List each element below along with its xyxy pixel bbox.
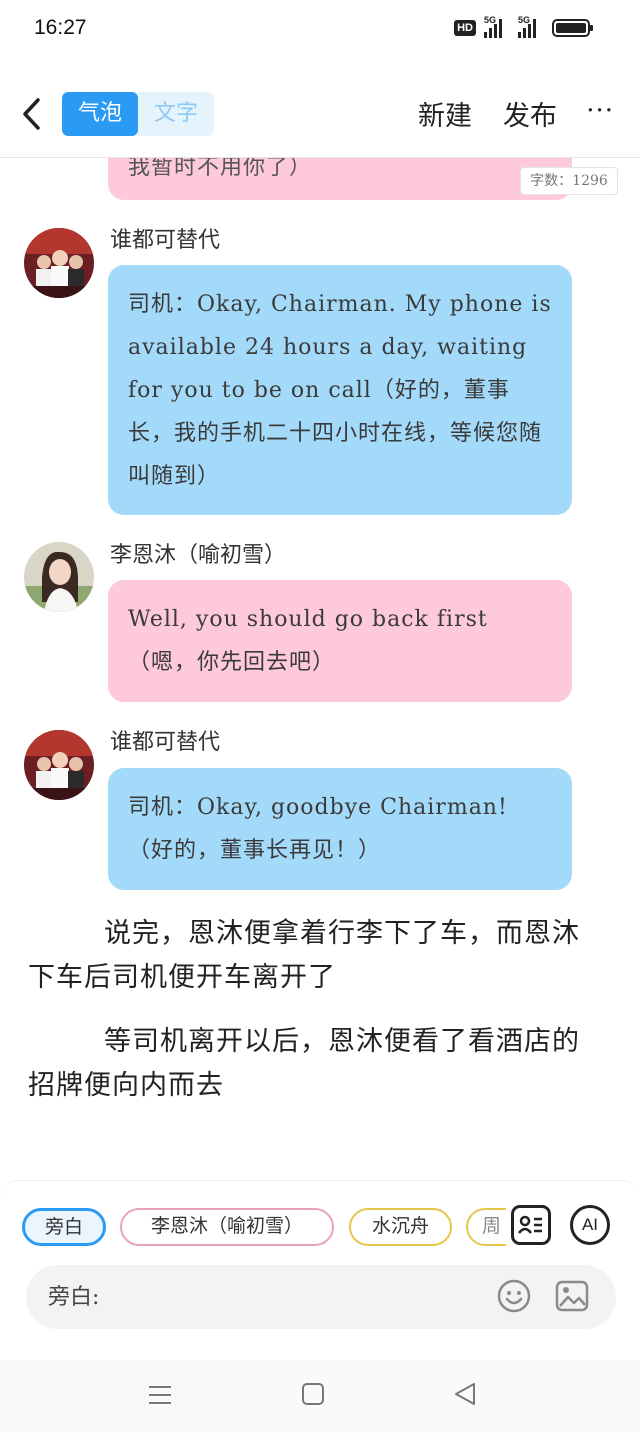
emoji-icon[interactable]: [496, 1278, 532, 1314]
message-text: 司机：Okay, Chairman. My phone is available…: [128, 292, 552, 489]
avatar-speaker-1[interactable]: [24, 228, 94, 298]
narration-paragraph[interactable]: 等司机离开以后，恩沐便看了看酒店的招牌便向内而去: [28, 1020, 598, 1108]
system-nav-bar: [0, 1360, 640, 1433]
composer-panel: 旁白 李恩沐（喻初雪） 水沉舟 周 AI 旁白:: [0, 1180, 640, 1360]
narration-paragraph[interactable]: 说完，恩沐便拿着行李下了车，而恩沐下车后司机便开车离开了: [28, 912, 598, 1000]
more-icon[interactable]: ···: [586, 96, 614, 126]
message-bubble[interactable]: 司机：Okay, goodbye Chairman!（好的，董事长再见！）: [108, 768, 572, 890]
mode-switch: 气泡 文字: [62, 92, 214, 136]
message-bubble-partial[interactable]: 我暂时不用你了）: [108, 158, 572, 200]
role-chip-narrator[interactable]: 旁白: [22, 1208, 106, 1246]
word-count-badge: 字数：1296: [520, 167, 618, 195]
home-icon[interactable]: [301, 1382, 325, 1406]
message-input[interactable]: 旁白:: [26, 1265, 616, 1329]
message-text: Well, you should go back first（嗯，你先回去吧）: [128, 607, 488, 675]
chat-area[interactable]: 我暂时不用你了） 字数：1296 谁都可替代 司机：Okay, Chairman…: [0, 158, 640, 1178]
avatar-speaker-1[interactable]: [24, 730, 94, 800]
image-icon[interactable]: [554, 1278, 590, 1314]
publish-button[interactable]: 发布: [503, 94, 557, 133]
back-triangle-icon[interactable]: [452, 1381, 478, 1407]
menu-icon[interactable]: [147, 1382, 173, 1408]
tab-text[interactable]: 文字: [138, 92, 214, 136]
role-chip-shui-chenzhou[interactable]: 水沉舟: [349, 1208, 452, 1246]
status-bar: 16:27 HD 5G 5G: [0, 0, 640, 58]
message-bubble[interactable]: Well, you should go back first（嗯，你先回去吧）: [108, 580, 572, 702]
role-chip-partial[interactable]: 周: [466, 1208, 506, 1246]
message-text: 司机：Okay, goodbye Chairman!（好的，董事长再见！）: [128, 795, 508, 863]
signal-icon-1: 5G: [484, 15, 510, 38]
message-text: 我暂时不用你了）: [128, 158, 313, 180]
new-button[interactable]: 新建: [418, 94, 472, 133]
hd-icon: HD: [454, 20, 476, 36]
battery-icon: [552, 19, 593, 37]
speaker-name: 谁都可替代: [110, 730, 221, 755]
speaker-name: 谁都可替代: [110, 228, 221, 253]
top-bar: 气泡 文字 新建 发布 ···: [0, 80, 640, 146]
tab-bubble[interactable]: 气泡: [62, 92, 138, 136]
input-placeholder: 旁白:: [48, 1285, 100, 1310]
avatar-speaker-2[interactable]: [24, 542, 94, 612]
back-arrow-icon[interactable]: [18, 94, 48, 134]
role-card-icon[interactable]: [511, 1205, 551, 1245]
role-chip-li-enmu[interactable]: 李恩沐（喻初雪）: [120, 1208, 334, 1246]
status-icons: HD 5G 5G: [454, 15, 593, 38]
signal-icon-2: 5G: [518, 15, 544, 38]
message-bubble[interactable]: 司机：Okay, Chairman. My phone is available…: [108, 265, 572, 515]
ai-button[interactable]: AI: [570, 1205, 610, 1245]
status-time: 16:27: [34, 16, 87, 39]
speaker-name: 李恩沐（喻初雪）: [110, 543, 287, 568]
